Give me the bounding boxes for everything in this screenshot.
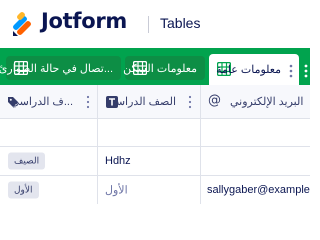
- tab-general-info[interactable]: معلومات عامة: [209, 54, 299, 85]
- tab-label: ...تصال في حالة الطوارئ: [0, 63, 113, 75]
- option-badge: الأول: [8, 181, 39, 199]
- tab-label: معلومات عامة: [216, 64, 281, 76]
- tab-label: معلومات السكن: [123, 63, 197, 75]
- tab-more-icon[interactable]: [287, 63, 295, 79]
- table-cell[interactable]: [0, 119, 98, 146]
- cell-value: Hdhz: [105, 155, 131, 167]
- tab-housing-info[interactable]: معلومات السكن: [123, 56, 205, 80]
- cell-value: الأول: [105, 184, 128, 197]
- column-label: البريد الإلكتروني: [230, 96, 304, 108]
- sheet-tab-bar: ...تصال في حالة الطوارئ معلومات السكن مع…: [0, 48, 310, 85]
- table-cell[interactable]: [201, 119, 310, 146]
- table-row[interactable]: الصيف Hdhz: [0, 147, 310, 176]
- column-label: ...ف الدراسي: [10, 96, 73, 108]
- table-cell[interactable]: الأول: [0, 176, 98, 204]
- column-menu-icon[interactable]: [86, 95, 90, 109]
- app-header: Jotform Tables: [0, 0, 310, 48]
- table-cell[interactable]: sallygaber@example.c: [201, 176, 310, 204]
- column-menu-icon[interactable]: [188, 95, 192, 109]
- jotform-logo-icon[interactable]: [11, 11, 35, 37]
- product-name: Tables: [160, 15, 201, 31]
- text-type-icon: [106, 96, 118, 108]
- table-cell[interactable]: Hdhz: [98, 147, 201, 175]
- table-cell[interactable]: [201, 147, 310, 175]
- table-cell[interactable]: الصيف: [0, 147, 98, 175]
- data-table: ...ف الدراسي الصف الدراسي @ البريد الإلك…: [0, 85, 310, 204]
- table-cell[interactable]: الأول: [98, 176, 201, 204]
- cell-value: sallygaber@example.c: [207, 184, 310, 196]
- column-header-email[interactable]: @ البريد الإلكتروني: [201, 85, 310, 119]
- column-header-semester[interactable]: ...ف الدراسي: [0, 85, 98, 119]
- column-header-grade[interactable]: الصف الدراسي: [98, 85, 201, 119]
- table-row[interactable]: الأول الأول sallygaber@example.c: [0, 176, 310, 204]
- tab-emergency-contact[interactable]: ...تصال في حالة الطوارئ: [0, 56, 121, 80]
- table-cell[interactable]: [98, 119, 201, 146]
- option-badge: الصيف: [8, 152, 46, 170]
- add-tab-dots-icon[interactable]: [302, 63, 310, 79]
- header-divider: [148, 16, 149, 33]
- at-sign-icon: @: [208, 93, 221, 108]
- table-row[interactable]: [0, 119, 310, 147]
- logo-wordmark[interactable]: Jotform: [41, 9, 127, 33]
